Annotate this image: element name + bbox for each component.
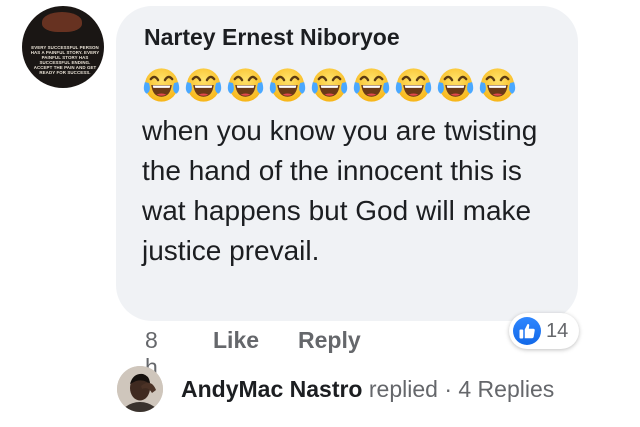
replies-summary[interactable]: AndyMac Nastro replied · 4 Replies [181,376,554,403]
reply-button[interactable]: Reply [298,327,361,354]
separator-dot: · [444,376,452,402]
avatar-figure-shape [42,12,82,32]
replies-count-link[interactable]: 4 Replies [458,376,554,402]
thumbs-up-icon [513,317,541,345]
commenter-avatar[interactable]: EVERY SUCCESSFUL PERSON HAS A PAINFUL ST… [22,6,104,88]
reply-author-name[interactable]: AndyMac Nastro [181,376,362,402]
reply-author-avatar[interactable] [117,366,163,412]
avatar-quote-text: EVERY SUCCESSFUL PERSON HAS A PAINFUL ST… [30,45,100,75]
laughing-tears-emoji-icon [183,64,224,106]
like-button[interactable]: Like [213,327,259,354]
laughing-tears-emoji-icon [351,64,392,106]
laughing-tears-emoji-icon [225,64,266,106]
comment-author[interactable]: Nartey Ernest Niboryoe [144,24,400,51]
laughing-tears-emoji-icon [393,64,434,106]
reaction-count: 14 [546,319,569,342]
reaction-summary[interactable]: 14 [509,313,579,349]
laughing-tears-emoji-icon [477,64,518,106]
laughing-tears-emoji-icon [435,64,476,106]
laughing-tears-emoji-icon [267,64,308,106]
replies-row[interactable]: AndyMac Nastro replied · 4 Replies [0,362,640,418]
laughing-tears-emoji-icon [309,64,350,106]
emoji-row [141,64,518,106]
comment-text: when you know you are twisting the hand … [142,115,538,266]
reply-action-text: replied [368,376,438,402]
laughing-tears-emoji-icon [141,64,182,106]
